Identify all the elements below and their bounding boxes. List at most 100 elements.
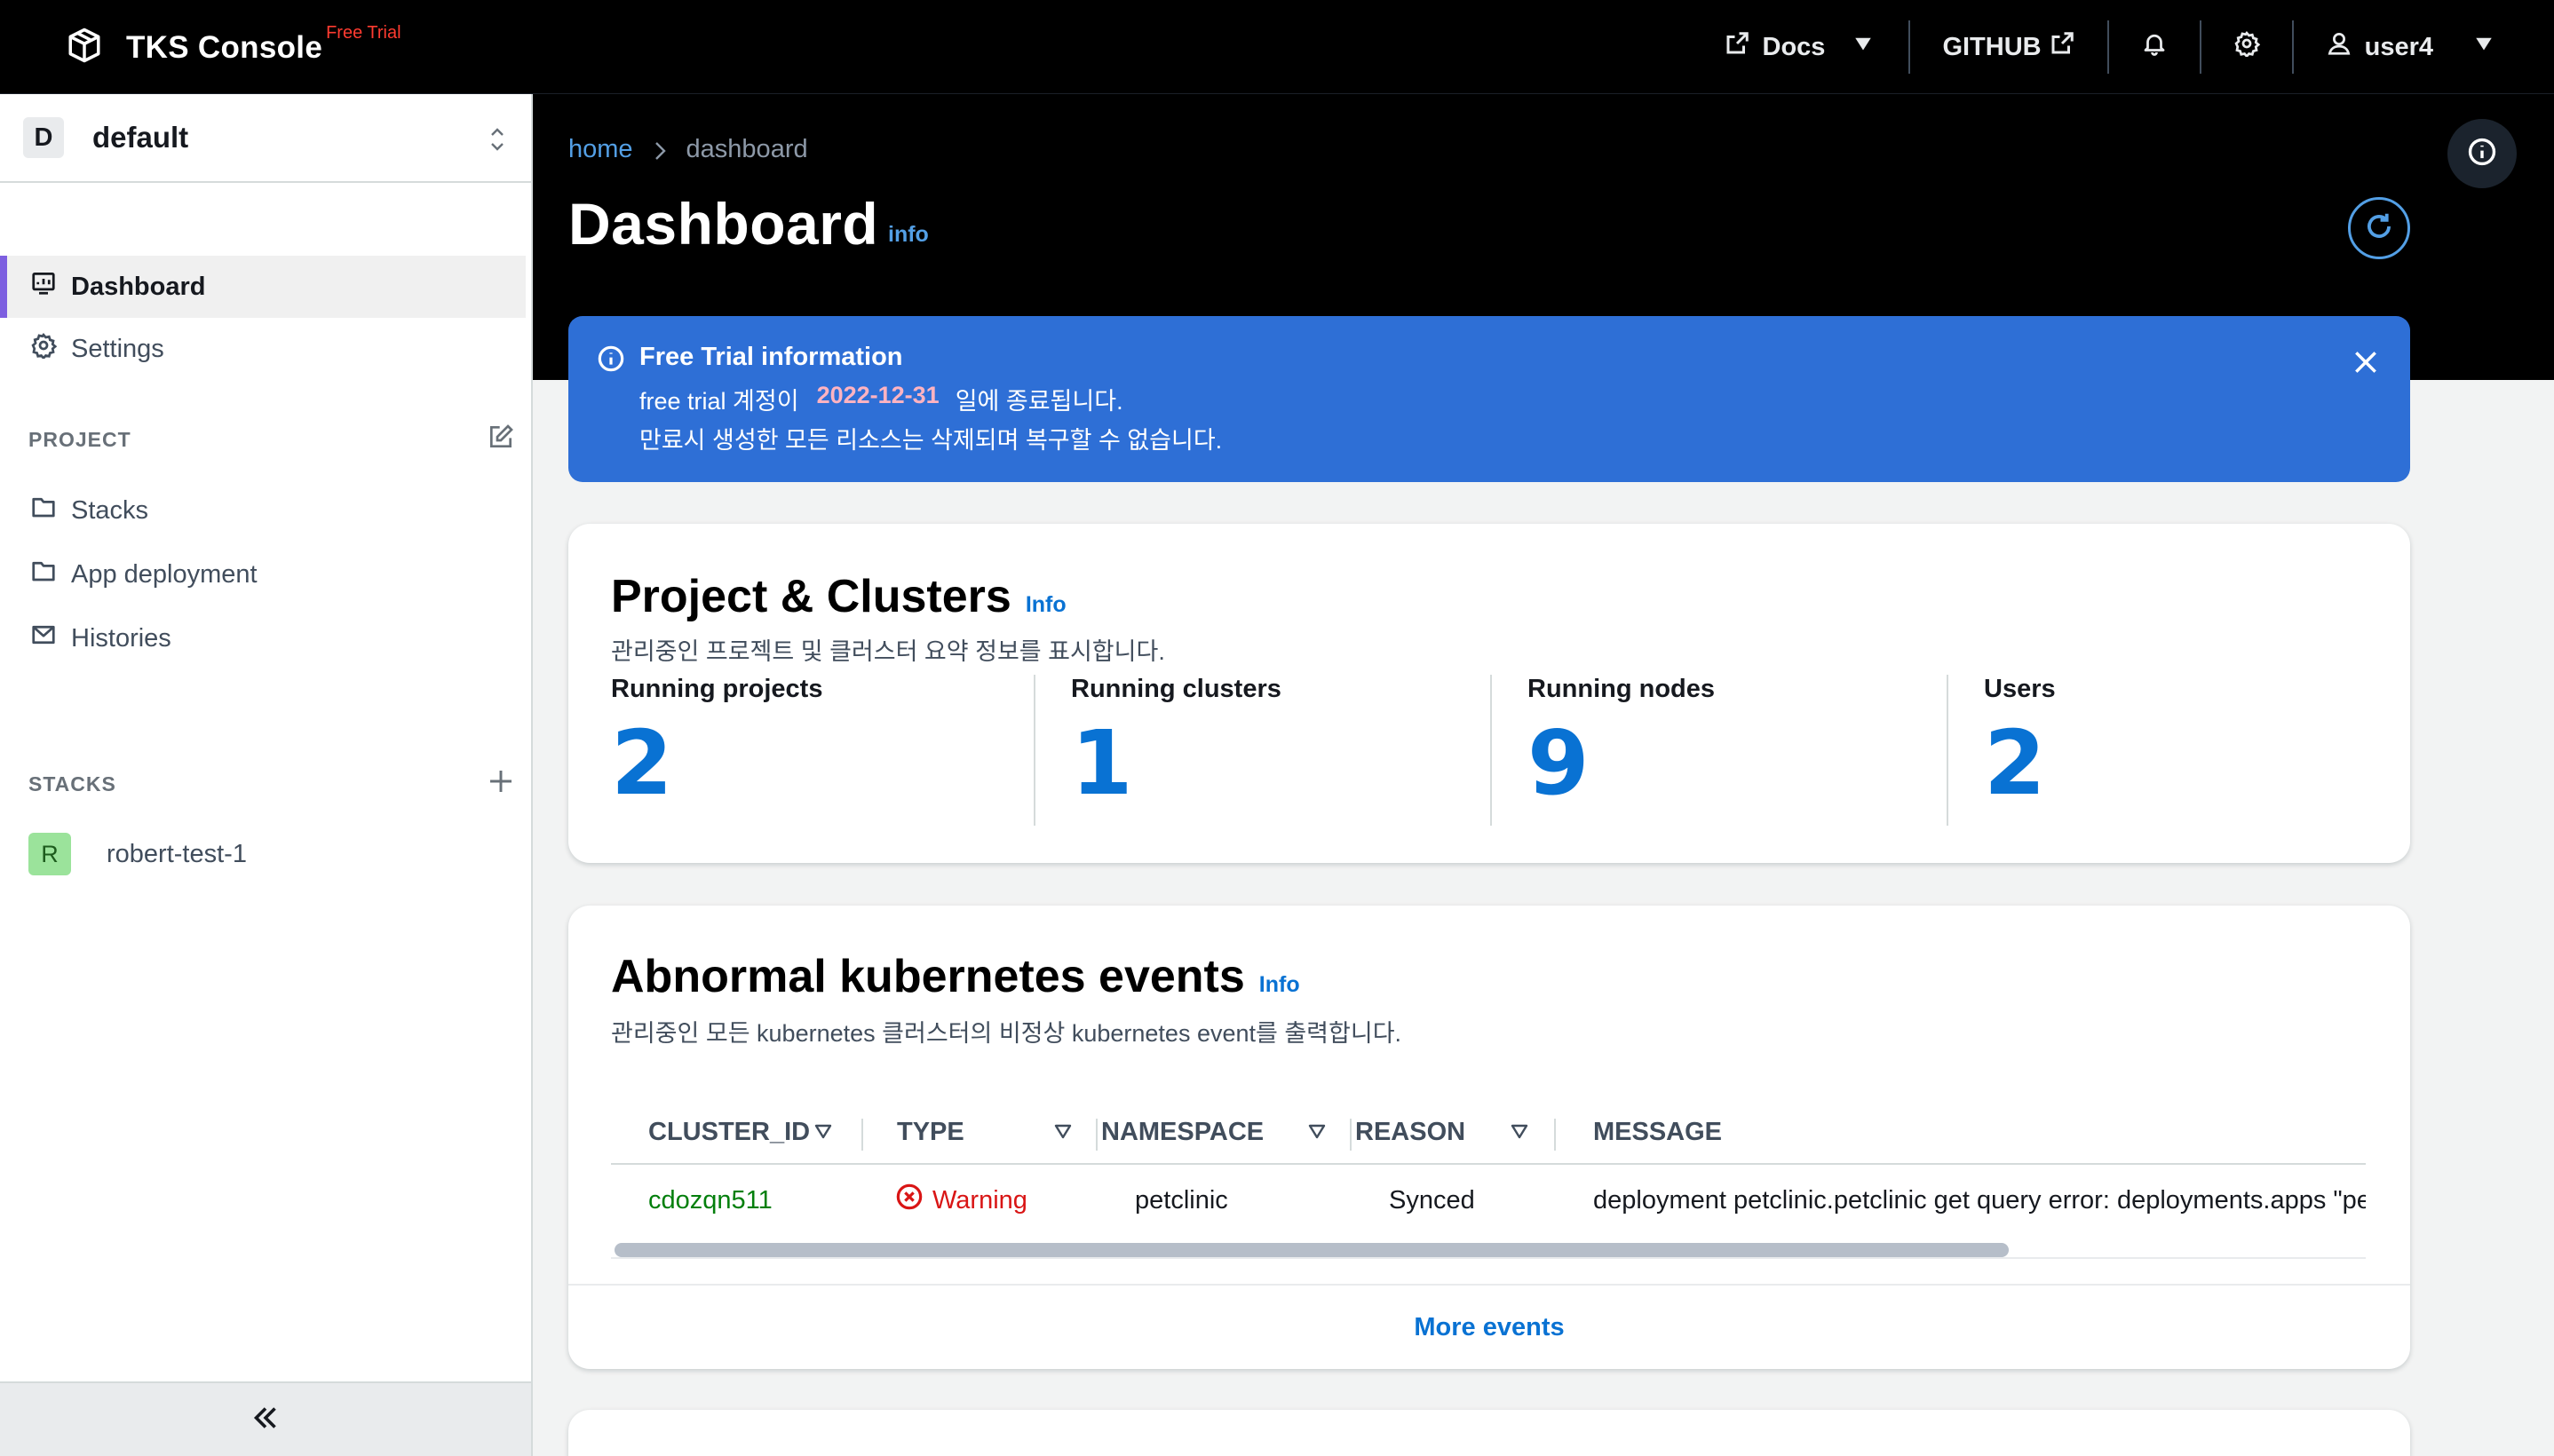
sidebar-item-app-deployment[interactable]: App deployment: [0, 543, 526, 605]
column-header-label: CLUSTER_ID: [648, 1117, 811, 1146]
close-icon[interactable]: [2352, 348, 2380, 376]
app-title: TKS Console: [126, 29, 323, 65]
breadcrumb-home[interactable]: home: [568, 135, 633, 164]
breadcrumb-current: dashboard: [686, 135, 808, 163]
column-header-label: REASON: [1355, 1117, 1466, 1146]
sort-filter-icon[interactable]: [1053, 1122, 1073, 1142]
sort-caret-icon: [488, 124, 506, 154]
column-header-namespace[interactable]: NAMESPACE: [1101, 1099, 1264, 1165]
column-header-label: TYPE: [897, 1117, 964, 1146]
project-section-title: PROJECT: [28, 428, 131, 451]
sort-filter-icon[interactable]: [813, 1122, 833, 1142]
metric-label: Users: [1984, 675, 2056, 703]
sort-filter-icon[interactable]: [1510, 1122, 1529, 1142]
metric-value[interactable]: 2: [1984, 711, 2056, 815]
metric-running-clusters: Running clusters 1: [1071, 675, 1281, 826]
sidebar-item-label: Settings: [71, 334, 164, 363]
card-title-text: Project & Clusters: [611, 571, 1011, 622]
cell-type: Warning: [895, 1165, 1027, 1236]
sidebar-item-dashboard[interactable]: Dashboard: [0, 256, 526, 318]
breadcrumb: home dashboard: [568, 135, 808, 164]
info-icon: [597, 344, 625, 373]
external-link-icon: [2049, 30, 2075, 64]
column-separator: [1350, 1119, 1352, 1151]
folder-icon: [0, 494, 71, 527]
page-info-link[interactable]: info: [888, 222, 929, 248]
flash-message-line2: 만료시 생성한 모든 리소스는 삭제되며 복구할 수 없습니다.: [639, 427, 1223, 454]
metric-running-projects: Running projects 2: [611, 675, 822, 826]
folder-icon: [0, 558, 71, 591]
edit-icon[interactable]: [487, 423, 515, 451]
docs-label: Docs: [1762, 32, 1826, 61]
settings-button[interactable]: [2201, 0, 2292, 94]
cell-reason: Synced: [1389, 1185, 1475, 1215]
column-header-cluster-id[interactable]: CLUSTER_ID: [648, 1099, 810, 1165]
github-label: GITHUB: [1942, 32, 2042, 61]
project-name: default: [92, 121, 189, 154]
metric-divider: [1947, 675, 1948, 826]
gear-icon: [0, 332, 71, 366]
horizontal-scrollbar[interactable]: [611, 1236, 2366, 1259]
gear-icon: [2233, 30, 2260, 64]
project-clusters-card: Project & Clusters Info 관리중인 프로젝트 및 클러스터 …: [568, 524, 2410, 863]
card-info-link[interactable]: Info: [1026, 592, 1067, 617]
column-header-type[interactable]: TYPE: [897, 1099, 964, 1165]
metric-value[interactable]: 1: [1071, 711, 1281, 815]
metric-label: Running clusters: [1071, 675, 1281, 703]
metric-divider: [1034, 675, 1035, 826]
sidebar-item-label: Stacks: [71, 495, 149, 525]
caret-down-icon: [1850, 30, 1876, 64]
notifications-button[interactable]: [2109, 0, 2200, 94]
card-title-text: Abnormal kubernetes events: [611, 951, 1245, 1002]
metric-value[interactable]: 2: [611, 711, 822, 815]
app-logo[interactable]: TKS Console Free Trial: [66, 23, 401, 68]
card-title: Project & Clusters Info: [611, 570, 1067, 623]
column-separator: [861, 1119, 863, 1151]
scrollbar-thumb[interactable]: [615, 1243, 2009, 1257]
cell-cluster-id[interactable]: cdozqn511: [648, 1165, 773, 1236]
envelope-icon: [0, 621, 71, 655]
metric-value[interactable]: 9: [1527, 711, 1715, 815]
column-header-message[interactable]: MESSAGE: [1593, 1099, 1722, 1165]
stack-item-robert-test-1[interactable]: R robert-test-1: [28, 833, 247, 875]
github-link[interactable]: GITHUB: [1910, 0, 2106, 94]
caret-down-icon: [2471, 30, 2497, 64]
add-icon[interactable]: [487, 767, 515, 795]
user-icon: [2326, 30, 2352, 64]
sidebar-item-stacks[interactable]: Stacks: [0, 479, 526, 542]
sidebar-item-settings[interactable]: Settings: [0, 318, 526, 380]
dashboard-icon: [0, 270, 71, 304]
sidebar-item-label: Histories: [71, 623, 171, 653]
card-title: Abnormal kubernetes events Info: [611, 950, 1300, 1003]
collapse-sidebar-button[interactable]: [0, 1381, 531, 1456]
metric-label: Running nodes: [1527, 675, 1716, 703]
sidebar-item-histories[interactable]: Histories: [0, 607, 526, 669]
events-table-header: CLUSTER_ID TYPE NAMESPACE REASON MESSAGE: [611, 1099, 2366, 1165]
column-header-label: NAMESPACE: [1101, 1117, 1265, 1146]
column-header-reason[interactable]: REASON: [1355, 1099, 1465, 1165]
project-selector[interactable]: D default: [0, 94, 531, 183]
card-info-link[interactable]: Info: [1259, 972, 1300, 997]
refresh-icon: [2362, 210, 2396, 248]
user-name: user4: [2364, 32, 2433, 61]
metric-divider: [1490, 675, 1492, 826]
more-events-link[interactable]: More events: [1414, 1313, 1564, 1342]
stacks-section-title: STACKS: [28, 772, 116, 795]
page-title: Dashboard: [568, 191, 879, 257]
project-avatar: D: [23, 117, 64, 158]
trial-end-date: 2022-12-31: [816, 382, 940, 408]
metric-running-nodes: Running nodes 9: [1527, 675, 1715, 826]
sort-filter-icon[interactable]: [1307, 1122, 1327, 1142]
cell-namespace: petclinic: [1135, 1185, 1228, 1215]
refresh-button[interactable]: [2348, 197, 2410, 259]
sidebar-item-label: App deployment: [71, 559, 258, 589]
user-menu[interactable]: user4: [2294, 0, 2554, 94]
docs-menu[interactable]: Docs: [1692, 0, 1909, 94]
cube-logo-icon: [66, 27, 103, 68]
help-panel-button[interactable]: [2447, 119, 2517, 188]
cell-message: deployment petclinic.petclinic get query…: [1593, 1185, 2366, 1215]
sidebar-item-label: Dashboard: [71, 272, 206, 301]
stack-name: robert-test-1: [107, 839, 247, 868]
error-circle-icon: [895, 1183, 932, 1218]
metric-users: Users 2: [1984, 675, 2056, 826]
